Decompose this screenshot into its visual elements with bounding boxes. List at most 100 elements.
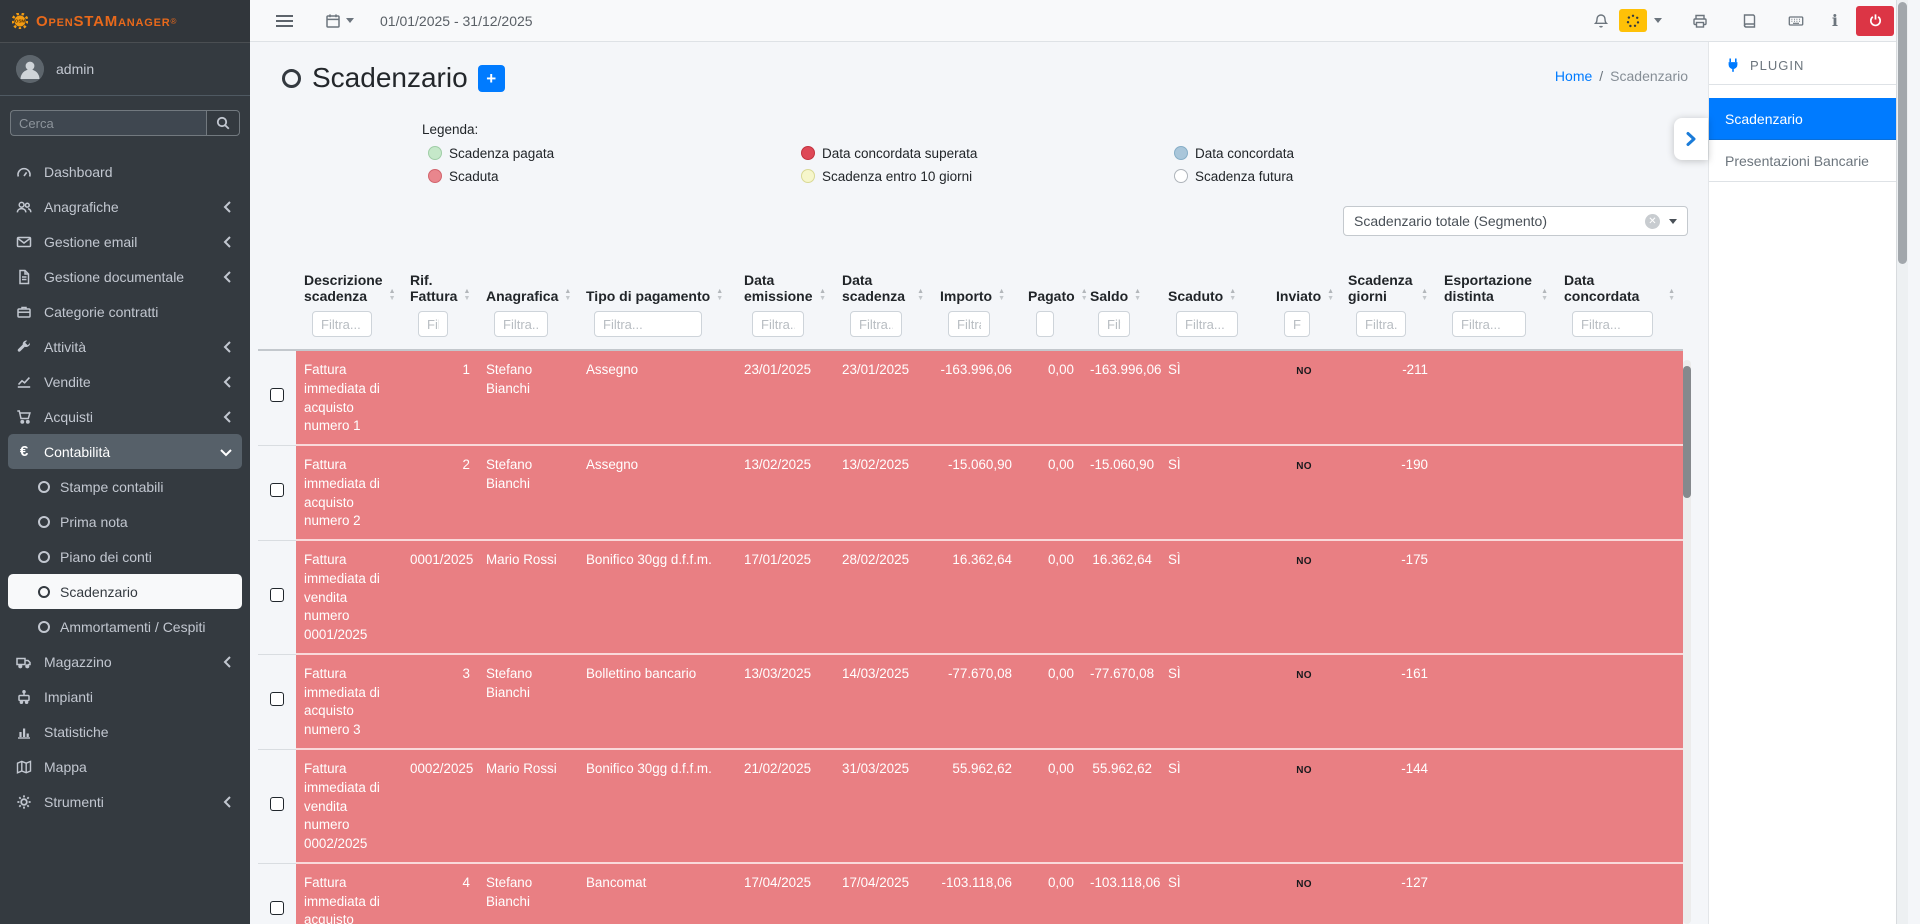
notifications-button[interactable]	[1593, 13, 1609, 29]
add-button[interactable]: +	[478, 65, 505, 92]
column-header-data-scadenza[interactable]: Data scadenza▲▼	[834, 264, 932, 351]
docs-button[interactable]	[1741, 13, 1757, 29]
sort-icon[interactable]: ▲▼	[1229, 288, 1236, 302]
sort-icon[interactable]: ▲▼	[819, 288, 826, 302]
sort-icon[interactable]: ▲▼	[1541, 288, 1548, 302]
breadcrumb-home-link[interactable]: Home	[1555, 68, 1592, 84]
sort-icon[interactable]: ▲▼	[463, 288, 470, 302]
filter-input-saldo[interactable]	[1098, 311, 1130, 337]
filter-input-data-concordata[interactable]	[1572, 311, 1653, 337]
sidebar-item-scadenzario[interactable]: Scadenzario	[8, 574, 242, 609]
table-scrollbar[interactable]	[1683, 360, 1691, 924]
row-checkbox[interactable]	[270, 588, 284, 602]
filter-input-data-scadenza[interactable]	[850, 311, 902, 337]
column-header-scadenza-giorni[interactable]: Scadenza giorni▲▼	[1340, 264, 1436, 351]
search-input[interactable]	[10, 110, 206, 136]
filter-input-anagrafica[interactable]	[494, 311, 548, 337]
sidebar-item-contabilita[interactable]: € Contabilità	[8, 434, 242, 469]
column-header-rif-fattura[interactable]: Rif. Fattura▲▼	[402, 264, 478, 351]
filter-input-scaduto[interactable]	[1176, 311, 1238, 337]
brand[interactable]: OSM OpenSTAManager ®	[0, 0, 250, 43]
sidebar-item-statistiche[interactable]: Statistiche	[0, 714, 250, 749]
row-checkbox[interactable]	[270, 692, 284, 706]
info-icon[interactable]: i	[1832, 11, 1838, 30]
filter-input-pagato[interactable]	[1036, 311, 1054, 337]
sidebar-item-magazzino[interactable]: Magazzino	[0, 644, 250, 679]
sidebar-item-mappa[interactable]: Mappa	[0, 749, 250, 784]
column-header-inviato[interactable]: Inviato▲▼	[1268, 264, 1340, 351]
sidebar-item-dashboard[interactable]: Dashboard	[0, 154, 250, 189]
row-checkbox[interactable]	[270, 901, 284, 915]
segment-select[interactable]: Scadenzario totale (Segmento) ✕	[1343, 206, 1688, 236]
column-header-pagato[interactable]: Pagato▲▼	[1020, 264, 1082, 351]
column-header-esportazione-distinta[interactable]: Esportazione distinta▲▼	[1436, 264, 1556, 351]
window-scrollbar[interactable]	[1896, 0, 1908, 924]
column-header-saldo[interactable]: Saldo▲▼	[1082, 264, 1160, 351]
sort-icon[interactable]: ▲▼	[998, 288, 1005, 302]
shortcuts-button[interactable]	[1788, 13, 1804, 29]
print-button[interactable]	[1692, 13, 1708, 29]
row-checkbox[interactable]	[270, 388, 284, 402]
column-header-anagrafica[interactable]: Anagrafica ▲▼	[478, 264, 578, 351]
table-row[interactable]: Fattura immediata di vendita numero 0002…	[258, 750, 1683, 864]
sort-icon[interactable]: ▲▼	[1668, 288, 1675, 302]
sidebar-item-anagrafiche[interactable]: Anagrafiche	[0, 189, 250, 224]
sidebar-item-strumenti[interactable]: Strumenti	[0, 784, 250, 819]
sort-icon[interactable]: ▲▼	[716, 288, 723, 302]
sort-icon[interactable]: ▲▼	[1134, 288, 1141, 302]
column-header-data-emissione[interactable]: Data emissione▲▼	[736, 264, 834, 351]
filter-input-tipo-di-pagamento[interactable]	[594, 311, 702, 337]
sort-icon[interactable]: ▲▼	[917, 288, 924, 302]
sort-icon[interactable]: ▲▼	[1327, 288, 1334, 302]
table-row[interactable]: Fattura immediata di acquisto numero 33S…	[258, 655, 1683, 750]
sort-icon[interactable]: ▲▼	[564, 288, 571, 302]
column-header-importo[interactable]: Importo▲▼	[932, 264, 1020, 351]
hamburger-icon[interactable]	[276, 15, 293, 27]
sidebar-item-gestione-email[interactable]: Gestione email	[0, 224, 250, 259]
table-row[interactable]: Fattura immediata di acquisto numero 44S…	[258, 864, 1683, 924]
row-checkbox[interactable]	[270, 797, 284, 811]
row-checkbox[interactable]	[270, 483, 284, 497]
version-button[interactable]	[1619, 9, 1647, 32]
column-header-data-concordata[interactable]: Data concordata▲▼	[1556, 264, 1683, 351]
chevron-left-icon	[220, 339, 236, 355]
filter-input-esportazione-distinta[interactable]	[1452, 311, 1526, 337]
sidebar-item-ammortamenti-cespiti[interactable]: Ammortamenti / Cespiti	[0, 609, 250, 644]
plugin-item-scadenzario[interactable]: Scadenzario	[1709, 98, 1908, 140]
filter-input-descrizione-scadenza[interactable]	[312, 311, 372, 337]
table-row[interactable]: Fattura immediata di acquisto numero 22S…	[258, 446, 1683, 541]
filter-input-rif-fattura[interactable]	[418, 311, 448, 337]
sidebar-item-acquisti[interactable]: Acquisti	[0, 399, 250, 434]
user-panel[interactable]: admin	[0, 43, 250, 96]
table-scrollbar-thumb[interactable]	[1683, 366, 1691, 498]
table-row[interactable]: Fattura immediata di vendita numero 0001…	[258, 541, 1683, 655]
sort-icon[interactable]: ▲▼	[1421, 288, 1428, 302]
sidebar-item-categorie-contratti[interactable]: Categorie contratti	[0, 294, 250, 329]
filter-input-scadenza-giorni[interactable]	[1356, 311, 1406, 337]
filter-input-data-emissione[interactable]	[752, 311, 804, 337]
column-header-scaduto[interactable]: Scaduto▲▼	[1160, 264, 1268, 351]
column-header-tipo-di-pagamento[interactable]: Tipo di pagamento▲▼	[578, 264, 736, 351]
sidebar-item-vendite[interactable]: Vendite	[0, 364, 250, 399]
search-button[interactable]	[206, 110, 240, 136]
period-picker[interactable]	[325, 13, 354, 29]
filter-input-importo[interactable]	[948, 311, 990, 337]
logout-button[interactable]	[1856, 6, 1894, 36]
plugin-panel-toggle[interactable]	[1674, 118, 1708, 160]
sidebar-item-prima-nota[interactable]: Prima nota	[0, 504, 250, 539]
sidebar-item-attivita[interactable]: Attività	[0, 329, 250, 364]
table-row[interactable]: Fattura immediata di acquisto numero 11S…	[258, 351, 1683, 446]
column-label: Anagrafica	[486, 288, 558, 304]
sort-icon[interactable]: ▲▼	[389, 288, 396, 302]
sidebar-item-impianti[interactable]: Impianti	[0, 679, 250, 714]
plugin-item-presentazioni-bancarie[interactable]: Presentazioni Bancarie	[1709, 140, 1908, 182]
window-scrollbar-thumb[interactable]	[1898, 2, 1907, 264]
sidebar-item-gestione-documentale[interactable]: Gestione documentale	[0, 259, 250, 294]
sidebar-item-stampe-contabili[interactable]: Stampe contabili	[0, 469, 250, 504]
sort-icon[interactable]: ▲▼	[1081, 288, 1088, 302]
clear-icon[interactable]: ✕	[1645, 214, 1660, 229]
sidebar-item-piano-dei-conti[interactable]: Piano dei conti	[0, 539, 250, 574]
column-header-descrizione-scadenza[interactable]: Descrizione scadenza▲▼	[296, 264, 402, 351]
caret-down-icon[interactable]	[1654, 18, 1662, 23]
filter-input-inviato[interactable]	[1284, 311, 1310, 337]
